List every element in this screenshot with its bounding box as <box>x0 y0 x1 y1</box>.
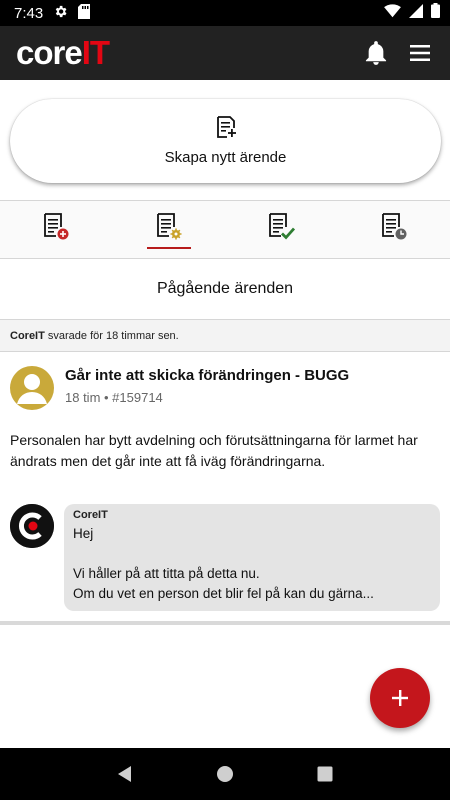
coreit-avatar <box>10 504 54 548</box>
ticket-meta: 18 tim • #159714 <box>65 390 163 405</box>
filter-tabs <box>0 201 450 258</box>
user-icon <box>17 374 47 404</box>
resolved-tickets-icon <box>267 213 296 246</box>
reply-text: Hej Vi håller på att titta på detta nu. … <box>73 526 374 601</box>
new-tickets-icon <box>42 213 70 246</box>
coreit-logo: core IT <box>16 34 110 72</box>
home-icon <box>217 766 233 782</box>
logo-it: IT <box>81 34 110 71</box>
user-avatar <box>10 366 54 410</box>
create-ticket-button[interactable]: Skapa nytt ärende <box>10 99 441 183</box>
ticket-title: Går inte att skicka förändringen - BUGG <box>65 367 350 384</box>
status-bar: 7:43 <box>0 0 450 26</box>
section-title: Pågående ärenden <box>156 280 294 297</box>
reply-bubble: CoreIT Hej Vi håller på att titta på det… <box>64 504 440 611</box>
ticket-reply: CoreIT Hej Vi håller på att titta på det… <box>10 504 440 611</box>
logo-core: core <box>16 34 83 71</box>
reply-author: CoreIT <box>73 509 108 521</box>
cell-signal-icon <box>409 3 423 23</box>
tab-resolved-tickets[interactable] <box>225 201 338 258</box>
back-icon <box>118 766 131 782</box>
status-time: 7:43 <box>14 4 44 22</box>
plus-icon <box>392 690 408 706</box>
replied-notice: CoreIT svarade för 18 timmar sen. <box>0 320 450 351</box>
battery-icon <box>431 3 440 23</box>
recents-button[interactable] <box>310 759 340 789</box>
tab-history-tickets[interactable] <box>338 201 450 258</box>
back-button[interactable] <box>110 759 140 789</box>
history-tickets-icon <box>380 213 408 246</box>
add-document-icon <box>215 116 237 143</box>
replied-author: CoreIT <box>10 329 45 342</box>
add-ticket-fab[interactable] <box>370 668 430 728</box>
settings-status-icon <box>53 4 68 23</box>
divider <box>0 621 450 625</box>
app-bar: core IT <box>0 26 450 80</box>
sd-card-icon <box>78 3 91 23</box>
ticket-description: Personalen har bytt avdelning och föruts… <box>10 432 418 469</box>
menu-icon[interactable] <box>406 39 434 67</box>
create-ticket-label: Skapa nytt ärende <box>164 149 287 166</box>
tab-new-tickets[interactable] <box>0 201 113 258</box>
tab-in-progress-tickets[interactable] <box>113 201 226 258</box>
replied-text: svarade för 18 timmar sen. <box>44 329 179 342</box>
coreit-logo-icon <box>10 504 54 548</box>
ticket-card[interactable]: Går inte att skicka förändringen - BUGG … <box>0 352 450 620</box>
system-nav-bar <box>0 748 450 800</box>
in-progress-tickets-icon <box>155 213 183 246</box>
home-button[interactable] <box>210 759 240 789</box>
wifi-icon <box>384 3 401 23</box>
recents-icon <box>317 766 333 782</box>
bell-icon[interactable] <box>362 39 390 67</box>
